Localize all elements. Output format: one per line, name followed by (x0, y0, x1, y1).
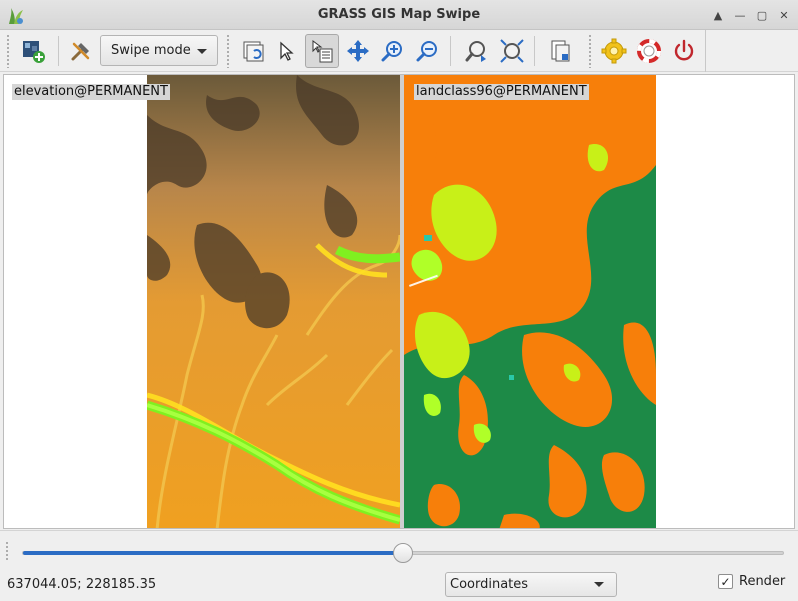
minimize-button[interactable]: — (730, 6, 750, 24)
status-bar: 637044.05; 228185.35 Coordinates ✓ Rende… (0, 570, 798, 601)
settings-button[interactable] (597, 34, 631, 68)
swipe-slider[interactable] (22, 543, 784, 563)
zoom-back-button[interactable] (460, 34, 494, 68)
query-icon (312, 40, 333, 63)
quit-icon (674, 39, 694, 61)
pointer-button[interactable] (270, 34, 304, 68)
slider-fill (23, 551, 403, 555)
zoom-out-button[interactable] (411, 34, 445, 68)
window-title: GRASS GIS Map Swipe (317, 7, 481, 22)
display-map-button[interactable] (236, 34, 270, 68)
toolbar-grip[interactable] (588, 34, 593, 68)
render-checkbox[interactable]: ✓ (718, 574, 733, 589)
render-label: Render (739, 574, 786, 589)
chevron-down-icon (594, 582, 604, 587)
query-button[interactable] (305, 34, 339, 68)
save-image-icon (551, 40, 570, 62)
display-map-icon (243, 41, 264, 62)
toolbar: Swipe mode (0, 30, 798, 72)
landclass-map (404, 75, 656, 528)
zoom-back-icon (465, 41, 486, 62)
left-layer-label: elevation@PERMANENT (12, 84, 170, 100)
maximize-button[interactable]: ▢ (752, 6, 772, 24)
display-mode-select[interactable]: Coordinates (445, 572, 617, 597)
render-checkbox-group[interactable]: ✓ Render (718, 574, 785, 589)
tools-button[interactable] (64, 34, 98, 68)
coordinates-readout: 637044.05; 228185.35 (7, 577, 157, 592)
pan-icon (347, 40, 369, 62)
close-button[interactable]: ✕ (774, 6, 794, 24)
slider-grip[interactable] (5, 541, 10, 561)
save-image-button[interactable] (543, 34, 577, 68)
display-mode-value: Coordinates (450, 577, 529, 592)
map-canvas[interactable]: elevation@PERMANENT landclass96@PERMANEN… (3, 74, 795, 529)
zoom-out-icon (416, 41, 437, 62)
add-map-button[interactable] (16, 34, 50, 68)
keep-above-button[interactable]: ▲ (708, 6, 728, 24)
zoom-in-button[interactable] (376, 34, 410, 68)
swipe-slider-bar (0, 530, 798, 570)
swipe-mode-dropdown[interactable]: Swipe mode (100, 35, 218, 66)
help-icon (637, 39, 661, 63)
swipe-mode-label: Swipe mode (111, 43, 191, 58)
right-layer-label: landclass96@PERMANENT (414, 84, 589, 100)
toolbar-grip[interactable] (6, 34, 11, 68)
tools-icon (71, 42, 90, 61)
toolbar-grip[interactable] (226, 34, 231, 68)
help-button[interactable] (632, 34, 666, 68)
quit-button[interactable] (667, 34, 701, 68)
title-bar: GRASS GIS Map Swipe ▲ — ▢ ✕ (0, 0, 798, 30)
elevation-map (147, 75, 400, 528)
settings-icon (601, 38, 627, 64)
slider-handle[interactable] (393, 543, 413, 563)
zoom-extent-button[interactable] (495, 34, 529, 68)
chevron-down-icon (197, 49, 207, 54)
add-map-icon (23, 41, 45, 63)
zoom-extent-icon (500, 39, 524, 63)
pan-button[interactable] (341, 34, 375, 68)
zoom-in-icon (381, 41, 402, 62)
pointer-icon (280, 41, 294, 61)
